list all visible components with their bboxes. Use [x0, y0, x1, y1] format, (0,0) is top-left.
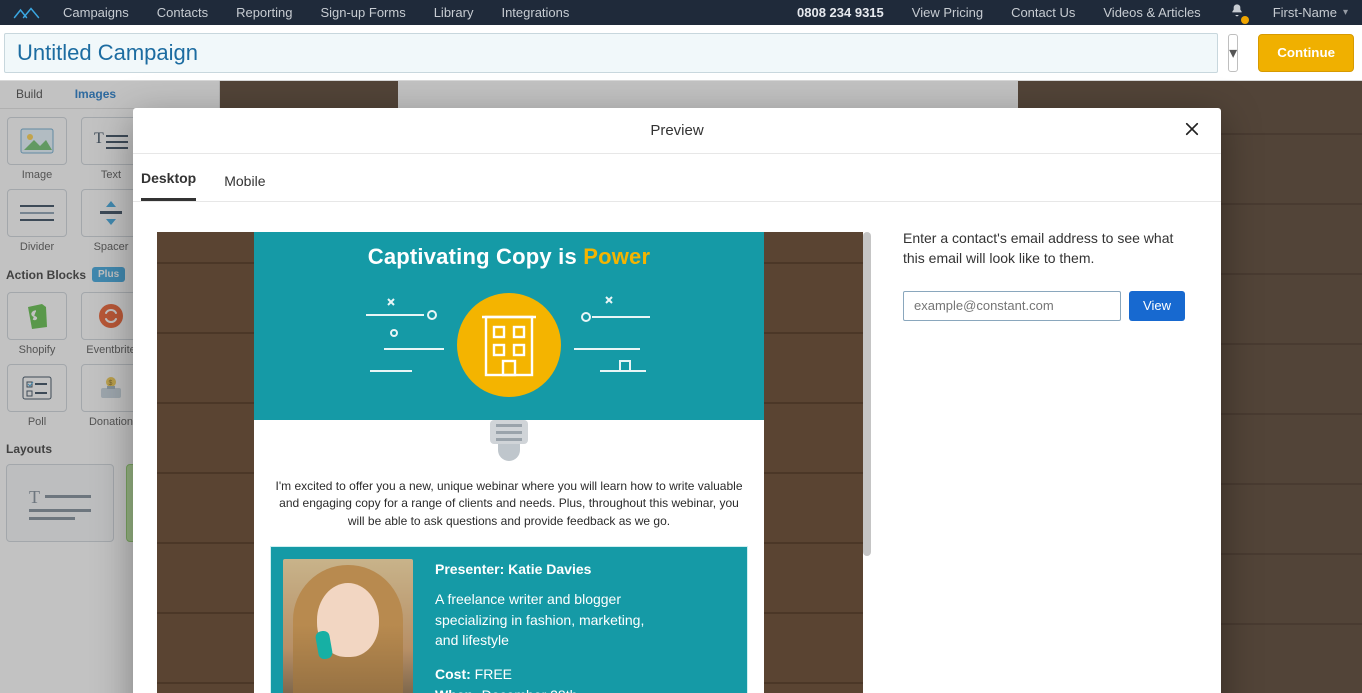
presenter-photo — [283, 559, 413, 693]
presenter-cost: Cost: FREE — [435, 664, 655, 684]
nav-signup-forms[interactable]: Sign-up Forms — [320, 5, 405, 20]
lightbulb-icon — [264, 270, 754, 428]
preview-hint: Enter a contact's email address to see w… — [903, 228, 1185, 269]
modal-title: Preview — [650, 122, 703, 139]
brand-logo[interactable] — [0, 6, 55, 20]
bulb-base-icon — [254, 420, 764, 464]
nav-library[interactable]: Library — [434, 5, 474, 20]
chevron-down-icon: ▾ — [1343, 7, 1348, 18]
preview-side-panel: Enter a contact's email address to see w… — [881, 202, 1221, 693]
status-dropdown[interactable]: ▾ — [1228, 34, 1238, 72]
user-menu[interactable]: First-Name ▾ — [1273, 5, 1348, 20]
view-button[interactable]: View — [1129, 291, 1185, 321]
title-bar: Untitled Campaign ▾ Continue — [0, 25, 1362, 81]
notifications-icon[interactable] — [1229, 3, 1245, 22]
top-nav: Campaigns Contacts Reporting Sign-up For… — [0, 0, 1362, 25]
nav-integrations[interactable]: Integrations — [501, 5, 569, 20]
presenter-bio: A freelance writer and blogger specializ… — [435, 589, 655, 650]
preview-column: Captivating Copy is Power — [133, 202, 881, 693]
scrollbar-thumb[interactable] — [863, 232, 871, 556]
email-preview-frame[interactable]: Captivating Copy is Power — [157, 232, 863, 693]
tab-desktop[interactable]: Desktop — [141, 156, 196, 201]
nav-contact-us[interactable]: Contact Us — [1011, 5, 1075, 20]
chevron-down-icon: ▾ — [1229, 43, 1237, 63]
presenter-name: Presenter: Katie Davies — [435, 559, 655, 579]
presenter-box: Presenter: Katie Davies A freelance writ… — [270, 546, 748, 693]
campaign-name-input[interactable]: Untitled Campaign — [4, 33, 1218, 73]
email-card: Captivating Copy is Power — [254, 232, 764, 693]
close-icon[interactable] — [1183, 120, 1205, 142]
nav-contacts[interactable]: Contacts — [157, 5, 208, 20]
presenter-when: When: December 28th — [435, 685, 655, 693]
nav-pricing[interactable]: View Pricing — [912, 5, 983, 20]
nav-reporting[interactable]: Reporting — [236, 5, 292, 20]
continue-button[interactable]: Continue — [1258, 34, 1354, 72]
tab-mobile[interactable]: Mobile — [224, 159, 265, 201]
preview-email-input[interactable] — [903, 291, 1121, 321]
workspace: Build Images Image T Text Divider Spacer… — [0, 81, 1362, 693]
notifications-badge — [1241, 16, 1249, 24]
email-lead-text: I'm excited to offer you a new, unique w… — [254, 464, 764, 540]
nav-campaigns[interactable]: Campaigns — [63, 5, 129, 20]
email-hero-title: Captivating Copy is Power — [264, 244, 754, 270]
preview-modal: Preview Desktop Mobile Captivating Copy … — [133, 108, 1221, 693]
user-name: First-Name — [1273, 5, 1337, 20]
nav-videos-articles[interactable]: Videos & Articles — [1103, 5, 1200, 20]
nav-phone: 0808 234 9315 — [797, 5, 884, 20]
preview-scrollbar[interactable] — [863, 232, 871, 693]
